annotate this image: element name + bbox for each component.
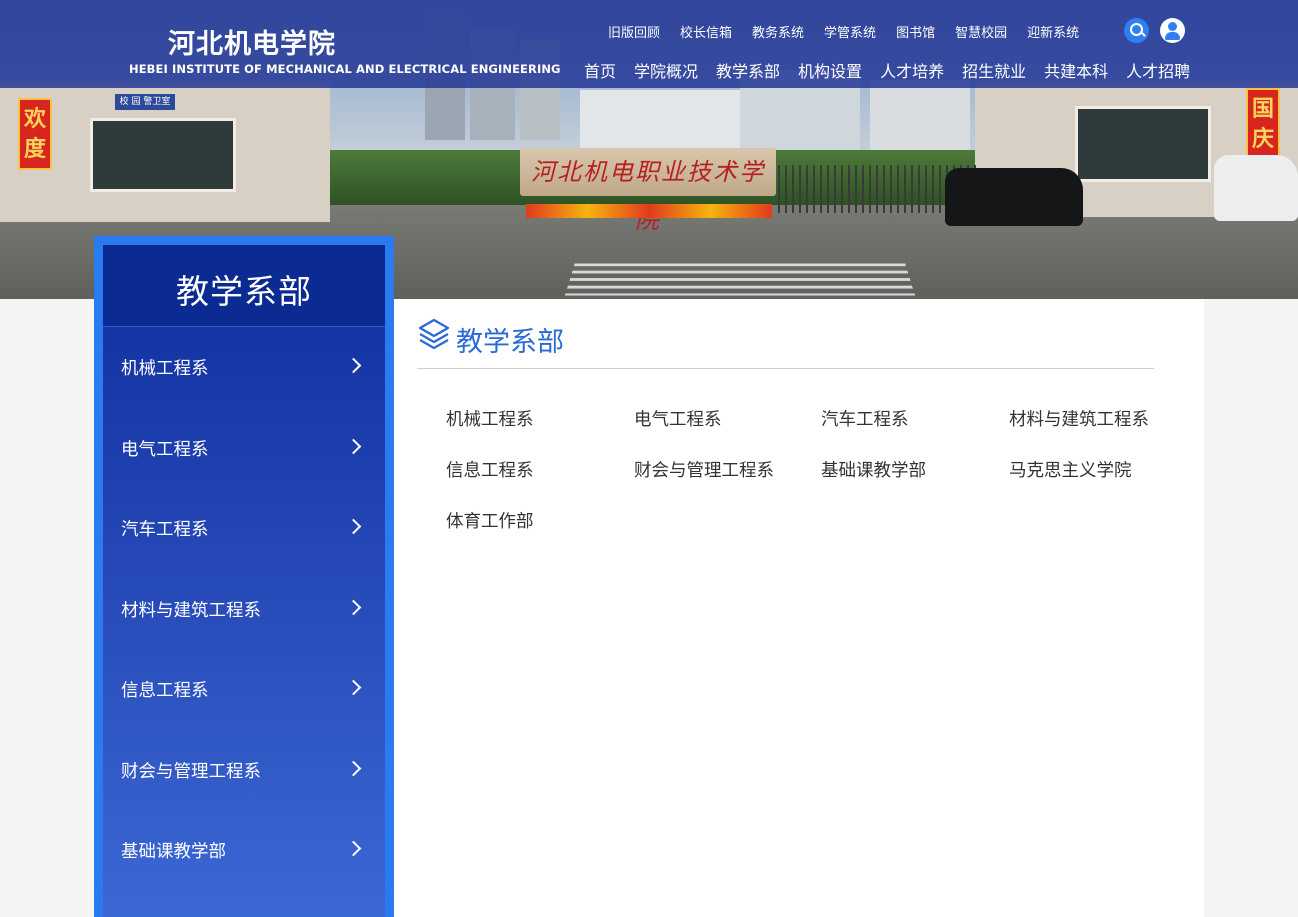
chevron-right-icon [345, 679, 362, 696]
chevron-right-icon [345, 599, 362, 615]
site-logo-subtitle: HEBEI INSTITUTE OF MECHANICAL AND ELECTR… [129, 62, 561, 76]
nav-organization[interactable]: 机构设置 [798, 58, 862, 82]
utility-links: 旧版回顾 校长信箱 教务系统 学管系统 图书馆 智慧校园 迎新系统 [608, 22, 1099, 41]
chevron-right-icon [345, 518, 362, 535]
building [870, 80, 970, 150]
chevron-right-icon [345, 438, 362, 454]
dept-link-materials[interactable]: 材料与建筑工程系 [1009, 406, 1149, 431]
nav-training[interactable]: 人才培养 [880, 58, 944, 82]
site-header: 河北机电学院 HEBEI INSTITUTE OF MECHANICAL AND… [0, 0, 1298, 88]
dept-link-mechanical[interactable]: 机械工程系 [446, 406, 534, 431]
dept-link-basic-courses[interactable]: 基础课教学部 [821, 457, 926, 482]
sidebar-item-mechanical[interactable]: 机械工程系 [103, 327, 385, 408]
black-car [945, 168, 1083, 226]
nav-undergraduate[interactable]: 共建本科 [1044, 58, 1108, 82]
nav-admissions[interactable]: 招生就业 [962, 58, 1026, 82]
crosswalk [564, 263, 916, 296]
sidebar-item-information[interactable]: 信息工程系 [103, 649, 385, 730]
divider [417, 368, 1154, 369]
search-icon[interactable] [1124, 18, 1149, 43]
welcome-sign: 欢度 [18, 98, 52, 170]
link-freshman-system[interactable]: 迎新系统 [1027, 22, 1079, 41]
main-nav: 首页 学院概况 教学系部 机构设置 人才培养 招生就业 共建本科 人才招聘 [584, 58, 1190, 82]
sidebar-item-electrical[interactable]: 电气工程系 [103, 408, 385, 489]
sidebar-item-materials[interactable]: 材料与建筑工程系 [103, 569, 385, 650]
site-logo-title[interactable]: 河北机电学院 [168, 22, 336, 61]
window [90, 118, 236, 192]
sidebar-item-label: 基础课教学部 [121, 842, 226, 862]
sidebar-item-basic-courses[interactable]: 基础课教学部 [103, 810, 385, 891]
nav-recruitment[interactable]: 人才招聘 [1126, 58, 1190, 82]
flower-bed [526, 204, 772, 218]
sidebar-item-accounting[interactable]: 财会与管理工程系 [103, 730, 385, 811]
stone-inscription: 河北机电职业技术学院 [520, 148, 776, 234]
chevron-right-icon [345, 760, 362, 776]
link-library[interactable]: 图书馆 [896, 22, 935, 41]
national-day-sign: 国庆 [1246, 88, 1280, 160]
link-student-management[interactable]: 学管系统 [824, 22, 876, 41]
link-academic-system[interactable]: 教务系统 [752, 22, 804, 41]
link-old-version[interactable]: 旧版回顾 [608, 22, 660, 41]
sidebar-item-label: 电气工程系 [121, 439, 209, 460]
sidebar-item-label: 财会与管理工程系 [121, 761, 261, 782]
dept-link-marxism[interactable]: 马克思主义学院 [1009, 457, 1132, 482]
content-panel [394, 299, 1204, 917]
nav-about[interactable]: 学院概况 [634, 58, 698, 82]
dept-link-sports[interactable]: 体育工作部 [446, 508, 534, 533]
white-car [1214, 155, 1298, 221]
sidebar-item-label: 机械工程系 [121, 359, 209, 379]
guard-sign: 校 园 警卫室 [115, 94, 175, 110]
dept-link-information[interactable]: 信息工程系 [446, 457, 534, 482]
dept-link-electrical[interactable]: 电气工程系 [634, 406, 722, 431]
chevron-right-icon [345, 840, 362, 857]
sidebar-item-automotive[interactable]: 汽车工程系 [103, 488, 385, 569]
link-president-mailbox[interactable]: 校长信箱 [680, 22, 732, 41]
building [580, 90, 740, 150]
layers-icon [418, 318, 450, 350]
user-icon[interactable] [1160, 18, 1185, 43]
dept-link-accounting[interactable]: 财会与管理工程系 [634, 457, 774, 482]
sidebar-item-label: 汽车工程系 [121, 520, 209, 540]
chevron-right-icon [345, 357, 362, 374]
sidebar: 教学系部 机械工程系 电气工程系 汽车工程系 材料与建筑工程系 信息工程系 财会… [94, 236, 394, 917]
nav-home[interactable]: 首页 [584, 58, 616, 82]
nav-departments[interactable]: 教学系部 [716, 58, 780, 82]
sidebar-title: 教学系部 [103, 245, 385, 327]
dept-link-automotive[interactable]: 汽车工程系 [821, 406, 909, 431]
link-smart-campus[interactable]: 智慧校园 [955, 22, 1007, 41]
window [1075, 106, 1211, 182]
sidebar-menu: 教学系部 机械工程系 电气工程系 汽车工程系 材料与建筑工程系 信息工程系 财会… [103, 245, 385, 917]
sidebar-item-label: 信息工程系 [121, 681, 209, 701]
section-title: 教学系部 [456, 327, 564, 358]
sidebar-item-label: 材料与建筑工程系 [121, 600, 261, 621]
